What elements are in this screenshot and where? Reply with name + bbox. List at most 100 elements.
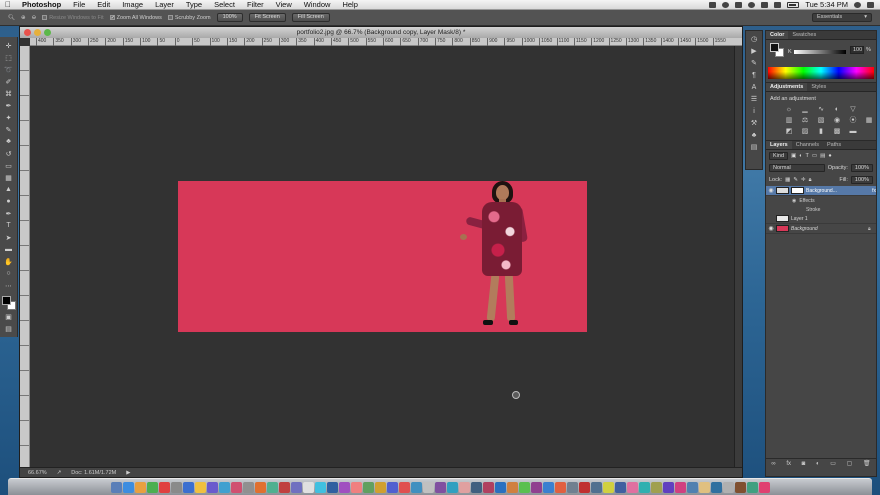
scrubby-zoom-checkbox[interactable]: Scrubby Zoom <box>167 15 211 21</box>
new-adjustment-icon[interactable]: ◐ <box>816 461 820 467</box>
vertical-ruler[interactable] <box>20 46 30 467</box>
k-slider[interactable] <box>794 50 846 54</box>
photo-filter-icon[interactable]: ◉ <box>832 116 842 125</box>
dock-app-icon[interactable] <box>626 481 638 493</box>
brightness-icon[interactable]: ☼ <box>784 105 794 114</box>
dock-app-icon[interactable] <box>290 481 302 493</box>
dock-app-icon[interactable] <box>146 481 158 493</box>
add-mask-icon[interactable]: ◙ <box>802 461 806 467</box>
opacity-field[interactable]: 100% <box>850 164 873 172</box>
marquee-tool-icon[interactable]: ⬚ <box>3 52 15 63</box>
dock-app-icon[interactable] <box>158 481 170 493</box>
dock-app-icon[interactable] <box>494 481 506 493</box>
filter-kind-select[interactable]: Kind <box>769 152 789 160</box>
fx-icon[interactable]: fx <box>872 188 876 194</box>
blur-tool-icon[interactable]: ▲ <box>3 184 15 195</box>
new-group-icon[interactable]: ▭ <box>830 460 836 467</box>
zoom-button[interactable] <box>44 29 51 36</box>
gradient-tool-icon[interactable]: ▦ <box>3 172 15 183</box>
filter-pixel-icon[interactable]: ▣ <box>791 153 796 159</box>
lock-transparent-icon[interactable]: ▦ <box>785 177 790 183</box>
menu-type[interactable]: Type <box>180 0 208 9</box>
dock-app-icon[interactable] <box>578 481 590 493</box>
menu-view[interactable]: View <box>270 0 298 9</box>
eye-icon[interactable]: ◉ <box>766 225 776 232</box>
color-lookup-icon[interactable]: ▦ <box>864 116 874 125</box>
dock-app-icon[interactable] <box>302 481 314 493</box>
properties-icon[interactable]: ☰ <box>749 95 759 104</box>
volume-icon[interactable] <box>774 1 782 8</box>
zoom-tool-icon[interactable]: ○ <box>3 268 15 279</box>
menubar-clock[interactable]: Tue 5:34 PM <box>805 0 848 9</box>
selective-color-icon[interactable]: ▩ <box>832 127 842 136</box>
dock-app-icon[interactable] <box>566 481 578 493</box>
blend-mode-select[interactable]: Normal <box>769 164 825 172</box>
history-icon[interactable]: ◷ <box>749 35 759 44</box>
dock-app-icon[interactable] <box>458 481 470 493</box>
dock-app-icon[interactable] <box>434 481 446 493</box>
dock-app-icon[interactable] <box>422 481 434 493</box>
tab-layers[interactable]: Layers <box>766 141 792 149</box>
dock-app-icon[interactable] <box>698 481 710 493</box>
history-brush-tool-icon[interactable]: ↺ <box>3 148 15 159</box>
layer-row-background-copy[interactable]: ◉ Background... fx <box>766 186 876 196</box>
brush-panel-icon[interactable]: ✎ <box>749 59 759 68</box>
dock-app-icon[interactable] <box>614 481 626 493</box>
mask-thumbnail[interactable] <box>791 187 804 194</box>
spotlight-icon[interactable] <box>854 1 861 8</box>
menu-app[interactable]: Photoshop <box>16 0 67 9</box>
foreground-color[interactable] <box>1 296 11 305</box>
wifi-icon[interactable] <box>761 1 769 8</box>
menu-select[interactable]: Select <box>208 0 241 9</box>
dock-app-icon[interactable] <box>686 481 698 493</box>
filter-type-icon[interactable]: T <box>806 153 809 159</box>
dock-app-icon[interactable] <box>674 481 686 493</box>
dock-app-icon[interactable] <box>266 481 278 493</box>
zoom-tool-icon[interactable]: 🔍︎ <box>8 15 15 21</box>
dropbox-icon[interactable] <box>709 1 717 8</box>
dock-app-icon[interactable] <box>218 481 230 493</box>
dock-app-icon[interactable] <box>638 481 650 493</box>
lock-all-icon[interactable]: 🔒︎ <box>809 177 812 184</box>
quick-mask-icon[interactable]: ▣ <box>3 311 15 322</box>
dock-app-icon[interactable] <box>710 481 722 493</box>
info-icon[interactable]: i <box>749 107 759 116</box>
dock-app-icon[interactable] <box>134 481 146 493</box>
menu-window[interactable]: Window <box>298 0 337 9</box>
color-balance-icon[interactable]: ⚖ <box>800 116 810 125</box>
clone-source-icon[interactable]: ♣ <box>749 131 759 140</box>
trash-icon[interactable]: 🗑︎ <box>863 460 871 467</box>
hand-tool-icon[interactable]: ✋ <box>3 256 15 267</box>
filter-adjust-icon[interactable]: ◐ <box>799 153 802 159</box>
pen-tool-icon[interactable]: ✒ <box>3 208 15 219</box>
threshold-icon[interactable]: ▮ <box>816 127 826 136</box>
dock-app-icon[interactable] <box>350 481 362 493</box>
tab-channels[interactable]: Channels <box>792 141 823 149</box>
dock-app-icon[interactable] <box>194 481 206 493</box>
fit-screen-button[interactable]: Fit Screen <box>248 13 286 22</box>
bw-icon[interactable]: ▧ <box>816 116 826 125</box>
menu-layer[interactable]: Layer <box>149 0 180 9</box>
foreground-color[interactable] <box>770 43 779 52</box>
fill-field[interactable]: 100% <box>850 176 873 184</box>
dock-app-icon[interactable] <box>470 481 482 493</box>
stroke-row[interactable]: Stroke <box>766 205 876 214</box>
exposure-icon[interactable]: ◐ <box>832 105 842 114</box>
dock-app-icon[interactable] <box>482 481 494 493</box>
horizontal-ruler[interactable]: 400 350 300 250 200 150 100 50 0 50 100 150 200 250 30… <box>30 38 742 46</box>
dock-app-icon[interactable] <box>530 481 542 493</box>
tab-styles[interactable]: Styles <box>807 83 830 91</box>
dock-app-icon[interactable] <box>590 481 602 493</box>
dock-app-icon[interactable] <box>230 481 242 493</box>
dock-app-icon[interactable] <box>314 481 326 493</box>
layer-row-background[interactable]: ◉ Background 🔒︎ <box>766 224 876 234</box>
notes-icon[interactable]: ▤ <box>749 143 759 152</box>
dock-app-icon[interactable] <box>758 481 770 493</box>
dock-app-icon[interactable] <box>734 481 746 493</box>
resize-windows-checkbox[interactable]: Resize Windows to Fit <box>42 15 104 21</box>
effects-eye-icon[interactable]: ◉ <box>792 198 796 204</box>
dock-app-icon[interactable] <box>506 481 518 493</box>
dock-app-icon[interactable] <box>398 481 410 493</box>
menu-file[interactable]: File <box>67 0 91 9</box>
hue-icon[interactable]: ▥ <box>784 116 794 125</box>
